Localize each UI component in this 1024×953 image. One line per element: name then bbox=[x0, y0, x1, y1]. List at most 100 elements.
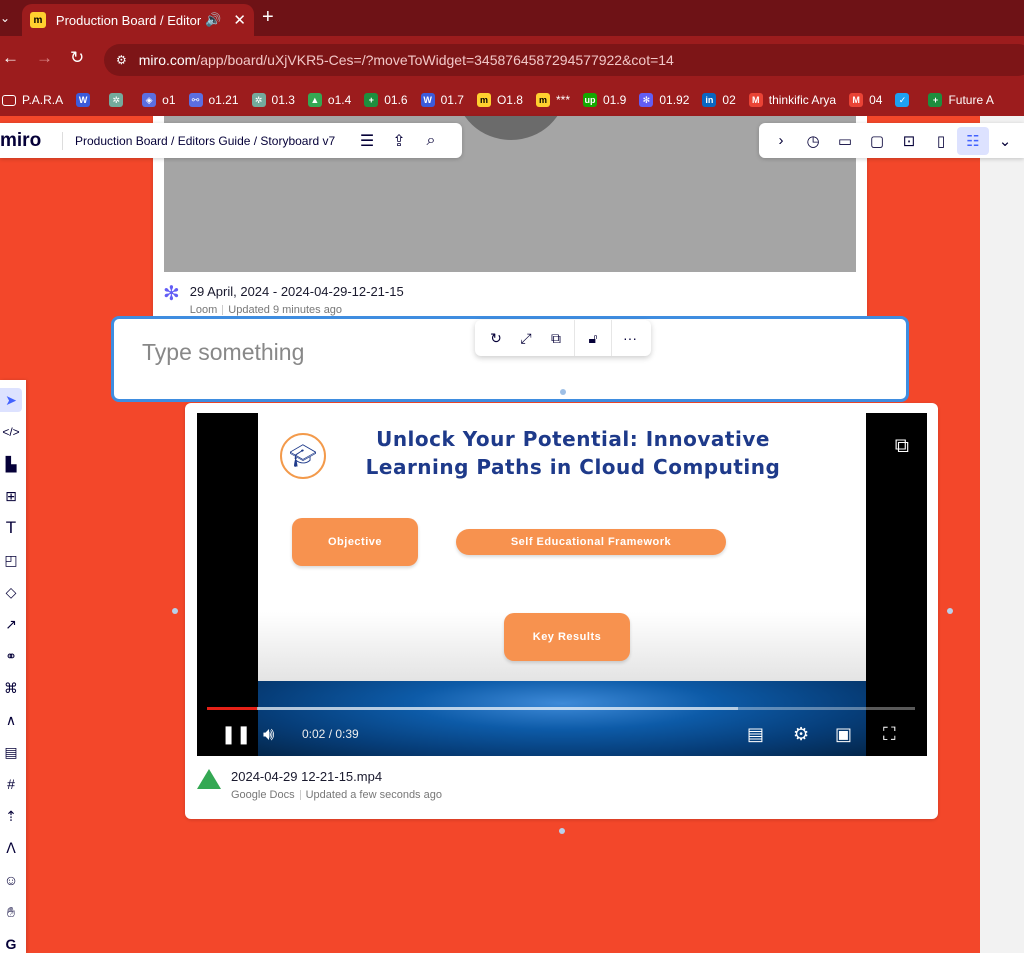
bookmark-item[interactable]: ✲ bbox=[109, 93, 129, 107]
diagram-icon[interactable]: ⚭ bbox=[0, 644, 22, 668]
text-tool-icon[interactable]: T bbox=[0, 516, 22, 540]
bookmark-item[interactable]: ✲ 01.3 bbox=[251, 93, 295, 107]
bookmark-label: o1 bbox=[162, 93, 176, 107]
bookmark-item[interactable]: m *** bbox=[535, 93, 570, 107]
browser-tab-bar: ⌄ m Production Board / Editors Guide / S… bbox=[0, 0, 1024, 36]
connector-handle-right[interactable] bbox=[947, 608, 953, 614]
gmail-icon: M bbox=[849, 93, 864, 107]
creation-toolbar: ➤ </> ▙ ⊞ T ◰ ◇ ↗ ⚭ ⌘ ∧ ▤ # ⇡ ᐱ ☺ ✋︎ G bbox=[0, 380, 26, 953]
miniplayer-icon[interactable]: ▣ bbox=[835, 724, 852, 745]
bookmark-label: 02 bbox=[722, 93, 736, 107]
menu-icon[interactable]: ☰ bbox=[351, 131, 383, 151]
new-tab-icon[interactable]: + bbox=[262, 6, 274, 29]
video-call-icon[interactable]: ▭ bbox=[829, 127, 861, 155]
tab-search-chevron-icon[interactable]: ⌄ bbox=[0, 6, 18, 30]
captions-icon[interactable]: ▤ bbox=[747, 724, 764, 745]
emoji-icon[interactable]: ☺ bbox=[0, 868, 22, 892]
focus-icon[interactable]: ⊡ bbox=[893, 127, 925, 155]
bookmark-item[interactable]: in 02 bbox=[702, 93, 736, 107]
video-source: Google Docs bbox=[231, 789, 295, 801]
shield-check-icon: ✓ bbox=[895, 93, 910, 107]
volume-icon[interactable]: 🔊︎ bbox=[263, 724, 274, 745]
back-icon[interactable]: ← bbox=[2, 48, 19, 68]
timer-icon[interactable]: ◷ bbox=[797, 127, 829, 155]
sheets-plus-icon: + bbox=[364, 93, 379, 107]
video-embed-card[interactable]: 🎓︎ Unlock Your Potential: Innovative Lea… bbox=[185, 403, 938, 819]
templates-icon[interactable]: ▙ bbox=[0, 452, 22, 476]
video-progress-bar[interactable] bbox=[207, 707, 915, 710]
board-side-strip bbox=[980, 116, 1024, 953]
board-breadcrumb[interactable]: Production Board / Editors Guide / Story… bbox=[75, 134, 351, 148]
bookmark-item[interactable]: ◈ o1 bbox=[142, 93, 176, 107]
chatgpt-icon: ✲ bbox=[109, 93, 124, 107]
more-options-icon[interactable]: ··· bbox=[615, 330, 645, 346]
reload-icon[interactable]: ↻ bbox=[70, 48, 84, 68]
expand-icon[interactable]: ⤢ bbox=[511, 330, 541, 347]
google-apps-icon[interactable]: G bbox=[0, 932, 22, 953]
bookmark-item[interactable]: up 01.9 bbox=[583, 93, 626, 107]
bookmark-item[interactable]: ▲ o1.4 bbox=[307, 93, 351, 107]
bookmark-item[interactable]: P.A.R.A bbox=[2, 93, 63, 107]
bookmark-item[interactable]: m O1.8 bbox=[476, 93, 523, 107]
miro-logo[interactable]: miro bbox=[0, 130, 62, 152]
slide-pill-framework: Self Educational Framework bbox=[456, 529, 726, 555]
notes-icon[interactable]: ☷ bbox=[957, 126, 989, 155]
bookmark-item[interactable]: ⚯ o1.21 bbox=[188, 93, 239, 107]
mind-map-icon[interactable]: ⌘ bbox=[0, 676, 22, 700]
pen-icon[interactable]: ∧ bbox=[0, 708, 22, 732]
bookmark-label: 01.92 bbox=[659, 93, 690, 107]
slide-pill-objective: Objective bbox=[292, 518, 418, 566]
loom-meta: ✻ 29 April, 2024 - 2024-04-29-12-21-15 L… bbox=[163, 284, 404, 316]
bookmark-item[interactable]: ✓ bbox=[895, 93, 915, 107]
fullscreen-icon[interactable]: ⛶ bbox=[883, 724, 896, 745]
comment-icon[interactable]: ▤ bbox=[0, 740, 22, 764]
wordpress-icon: W bbox=[420, 93, 435, 107]
buffered-bar bbox=[207, 707, 738, 710]
video-player[interactable]: 🎓︎ Unlock Your Potential: Innovative Lea… bbox=[197, 413, 927, 756]
address-bar-row: ← → ↻ ⚙ miro.com/app/board/uXjVKR5-Ces=/… bbox=[0, 36, 1024, 84]
connector-line-icon[interactable]: ↗ bbox=[0, 612, 22, 636]
voting-icon[interactable]: ✋︎ bbox=[0, 900, 22, 924]
search-icon[interactable]: ⌕ bbox=[415, 132, 447, 150]
sticky-placeholder: Type something bbox=[142, 339, 305, 365]
open-external-icon[interactable]: ⧉ bbox=[541, 330, 571, 347]
bookmark-item[interactable]: Mthinkific Arya bbox=[748, 93, 836, 107]
bookmark-item[interactable]: ✻ 01.92 bbox=[639, 93, 689, 107]
embed-code-icon[interactable]: </> bbox=[0, 420, 22, 444]
site-settings-icon[interactable]: ⚙ bbox=[116, 53, 127, 67]
unlock-icon[interactable]: 🔓︎ bbox=[578, 330, 608, 347]
settings-gear-icon[interactable]: ⚙ bbox=[793, 724, 809, 745]
forward-icon[interactable]: → bbox=[36, 48, 53, 68]
open-in-new-icon[interactable]: ⧉ bbox=[895, 435, 909, 458]
bookmark-item[interactable]: + Future A bbox=[928, 93, 994, 107]
pause-icon[interactable]: ❚❚ bbox=[221, 724, 251, 745]
sticky-note-icon[interactable]: ◰ bbox=[0, 548, 22, 572]
clickup-icon[interactable]: ᐱ bbox=[0, 836, 22, 860]
more-chevron-icon[interactable]: ⌄ bbox=[989, 127, 1021, 155]
shapes-icon[interactable]: ◇ bbox=[0, 580, 22, 604]
expand-chevron-icon[interactable]: › bbox=[765, 127, 797, 155]
frame-icon[interactable]: # bbox=[0, 772, 22, 796]
bookmark-item[interactable]: W bbox=[76, 93, 96, 107]
close-tab-icon[interactable]: ✕ bbox=[233, 11, 246, 29]
bookmark-label: 04 bbox=[869, 93, 883, 107]
code-icon[interactable]: ▯ bbox=[925, 127, 957, 155]
bookmark-item[interactable]: W 01.7 bbox=[420, 93, 464, 107]
present-icon[interactable]: ▢ bbox=[861, 127, 893, 155]
url-text: miro.com/app/board/uXjVKR5-Ces=/?moveToW… bbox=[139, 52, 674, 68]
video-meta: 2024-04-29 12-21-15.mp4 Google Docs Updat… bbox=[197, 769, 442, 801]
select-tool-icon[interactable]: ➤ bbox=[0, 388, 22, 412]
export-icon[interactable]: ⇪ bbox=[383, 131, 415, 151]
upload-icon[interactable]: ⇡ bbox=[0, 804, 22, 828]
connector-handle-left[interactable] bbox=[172, 608, 178, 614]
connector-handle-bottom[interactable] bbox=[559, 828, 565, 834]
frame-layout-icon[interactable]: ⊞ bbox=[0, 484, 22, 508]
refresh-icon[interactable]: ↻ bbox=[481, 330, 511, 347]
url-field[interactable]: ⚙ miro.com/app/board/uXjVKR5-Ces=/?moveT… bbox=[104, 44, 1024, 76]
resize-handle[interactable] bbox=[560, 389, 566, 395]
bookmark-item[interactable]: M 04 bbox=[849, 93, 882, 107]
browser-tab[interactable]: m Production Board / Editors Guide / Sto… bbox=[22, 4, 254, 36]
bookmark-item[interactable]: +01.6 bbox=[364, 93, 408, 107]
audio-playing-icon[interactable]: 🔊 bbox=[205, 12, 221, 28]
miro-collab-toolbar: › ◷ ▭ ▢ ⊡ ▯ ☷ ⌄ bbox=[759, 123, 1024, 158]
